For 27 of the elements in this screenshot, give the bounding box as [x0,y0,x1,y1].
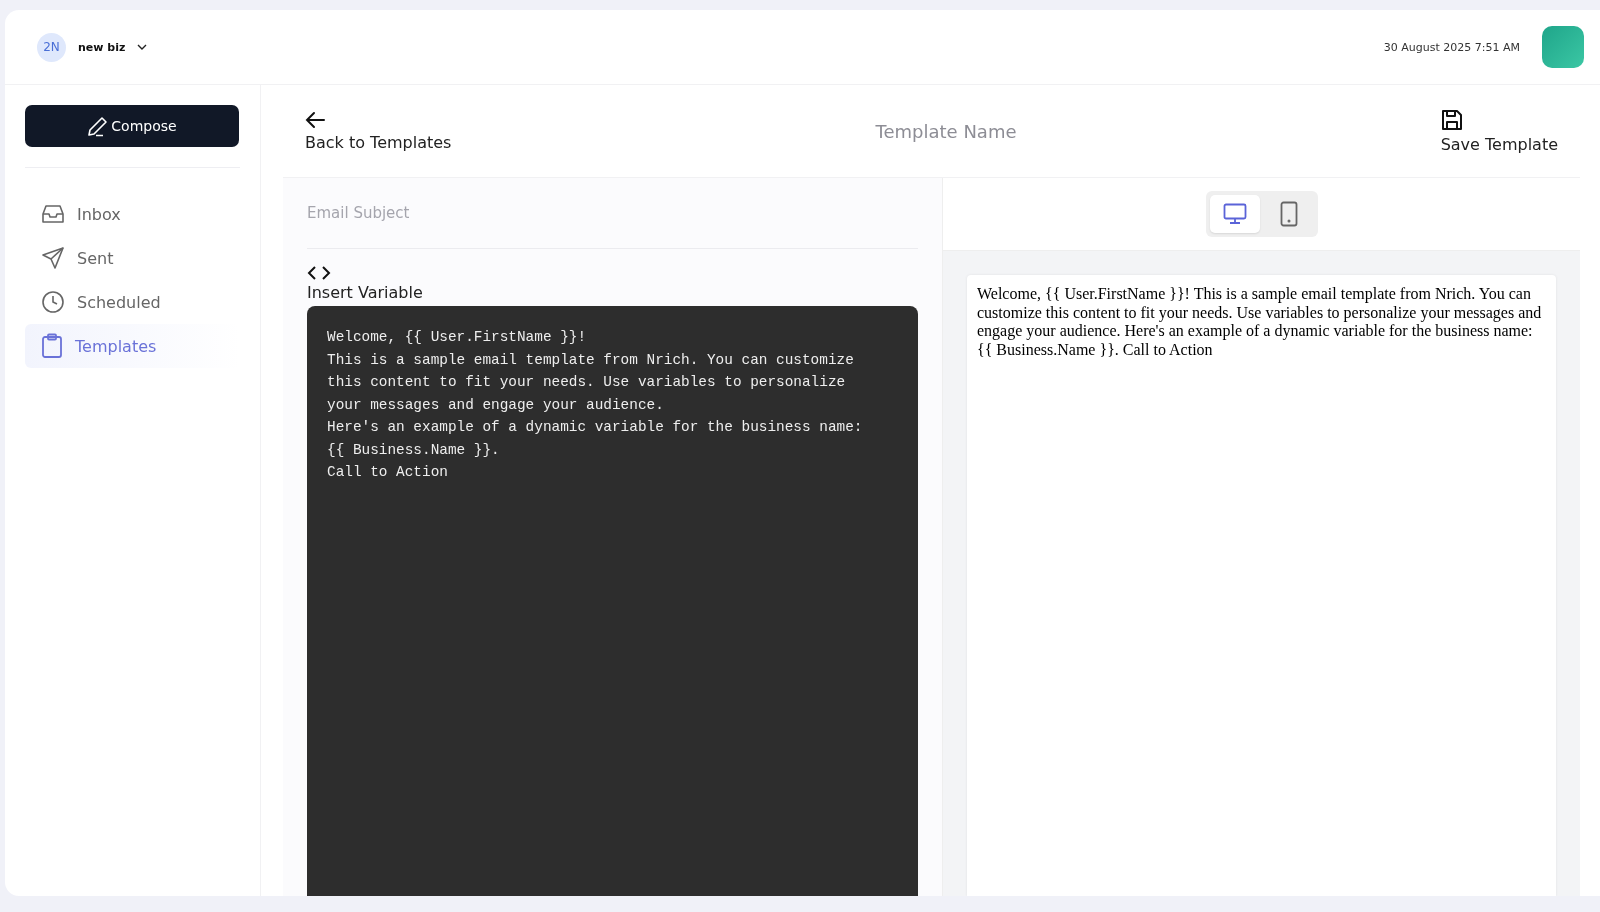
account-switcher[interactable]: 2N new biz [37,32,148,62]
chevron-down-icon [137,44,148,50]
sidebar-item[interactable]: Scheduled [25,280,240,324]
monitor-icon [1222,203,1247,225]
sidebar-item[interactable]: Inbox [25,192,240,236]
back-arrow-icon [305,110,325,129]
code-brackets-icon [307,265,331,281]
save-template-button[interactable]: Save Template [1440,108,1558,154]
compose-button[interactable]: Compose [25,105,239,147]
user-avatar[interactable] [1542,26,1584,68]
pencil-icon [87,115,110,137]
code-editor[interactable]: Welcome, {{ User.FirstName }}! This is a sample email template from Nrich. You can customize this content to fit your needs. Use variables to personalize your messages and engage your audience. Here's an example of a dynamic variable for the business name: {{ Business.Name }}. Call to Action [307,306,918,896]
desktop-view-button[interactable] [1209,195,1260,233]
insert-variable-button[interactable]: Insert Variable [307,265,918,302]
account-name: new biz [78,40,126,54]
template-name-field[interactable]: Template Name [451,119,1441,143]
clipboard-icon [41,333,63,359]
account-avatar: 2N [37,32,66,62]
paper-plane-icon [41,246,65,270]
back-link[interactable]: Back to Templates [305,110,452,152]
clock-icon [41,290,65,314]
email-preview: Welcome, {{ User.FirstName }}! This is a sample email template from Nrich. You can customize this content to fit your needs. Use variables to personalize your messages and engage your audience. Here's an example of a dynamic variable for the business name: {{ Business.Name }}. Call to Action [967,275,1556,896]
date-time: 30 August 2025 7:51 AM [1383,40,1520,54]
email-subject-field[interactable]: Email Subject [307,178,918,249]
inbox-icon [41,203,65,225]
sidebar-item[interactable]: Sent [25,236,240,280]
tablet-icon [1279,201,1298,227]
